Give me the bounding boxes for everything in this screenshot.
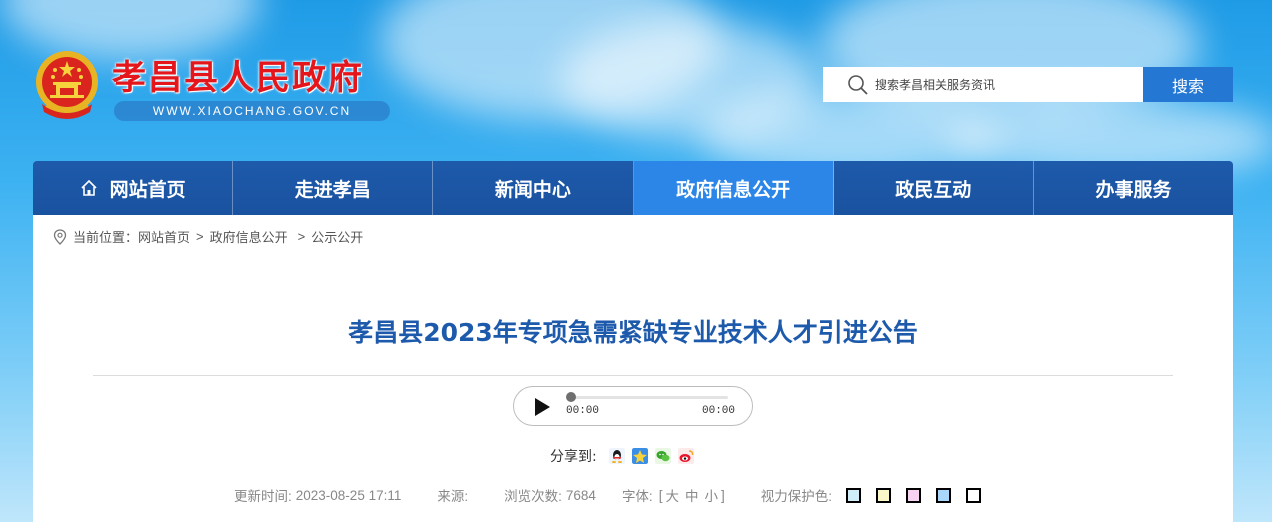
play-icon[interactable]	[533, 397, 551, 417]
breadcrumb: 当前位置： 网站首页 > 政府信息公开 > 公示公开	[53, 227, 363, 246]
audio-current-time: 00:00	[566, 405, 600, 417]
home-icon	[81, 179, 97, 196]
search-box	[823, 67, 1143, 102]
qzone-icon[interactable]	[631, 448, 648, 464]
eye-care-label: 视力保护色:	[760, 489, 832, 504]
font-bracket-open: [	[658, 487, 663, 503]
audio-progress-track[interactable]	[568, 396, 728, 399]
nav-item-label: 网站首页	[109, 178, 186, 201]
audio-progress-handle[interactable]	[566, 392, 576, 402]
nav-item-home[interactable]: 网站首页	[33, 161, 234, 215]
nav-item-about[interactable]: 走进孝昌	[233, 161, 434, 215]
nav-item-label: 政府信息公开	[676, 178, 791, 201]
nav-item-label: 走进孝昌	[294, 178, 371, 201]
national-emblem-icon	[36, 51, 98, 119]
audio-total-time: 00:00	[702, 405, 736, 417]
source-label: 来源:	[437, 489, 469, 504]
breadcrumb-separator: >	[196, 229, 204, 244]
article-title: 孝昌县2023年专项急需紧缺专业技术人才引进公告	[348, 318, 918, 347]
nav-item-news[interactable]: 新闻中心	[433, 161, 634, 215]
share-bar: 分享到:	[550, 446, 701, 466]
nav-item-label: 办事服务	[1095, 178, 1172, 201]
views-label: 浏览次数:	[504, 489, 562, 504]
main-nav: 网站首页 走进孝昌 新闻中心 政府信息公开 政民互动 办事服务	[33, 161, 1233, 215]
font-size-medium[interactable]: 中	[685, 485, 699, 505]
location-pin-icon	[53, 228, 67, 245]
nav-item-label: 新闻中心	[494, 178, 571, 201]
nav-item-interaction[interactable]: 政民互动	[834, 161, 1034, 215]
search-button[interactable]: 搜索	[1143, 67, 1233, 102]
breadcrumb-separator: >	[297, 229, 306, 244]
title-divider	[93, 375, 1173, 376]
eye-care-swatch-yellow[interactable]	[876, 487, 891, 503]
breadcrumb-prefix: 当前位置：	[73, 230, 139, 245]
eye-care-swatch-cyan[interactable]	[846, 487, 861, 503]
eye-care-swatch-blue[interactable]	[936, 487, 951, 503]
font-size-small[interactable]: 小	[704, 485, 718, 505]
font-bracket-close: ]	[720, 487, 725, 503]
font-size-large[interactable]: 大	[665, 485, 679, 505]
share-label: 分享到:	[550, 449, 597, 465]
breadcrumb-link-home[interactable]: 网站首页	[138, 227, 190, 246]
qq-icon[interactable]	[608, 448, 625, 464]
search-input[interactable]	[875, 77, 1135, 92]
site-title[interactable]: 孝昌县人民政府	[112, 50, 364, 99]
weibo-icon[interactable]	[677, 448, 694, 464]
nav-item-label: 政民互动	[895, 178, 972, 201]
update-time-label: 更新时间:	[234, 489, 292, 504]
nav-item-gov-info[interactable]: 政府信息公开	[633, 161, 834, 215]
breadcrumb-link-public-notice[interactable]: 公示公开	[311, 227, 363, 246]
site-url: WWW.XIAOCHANG.GOV.CN	[114, 101, 390, 121]
eye-care-swatch-pink[interactable]	[906, 487, 921, 503]
wechat-icon[interactable]	[654, 448, 671, 464]
font-size-label: 字体:	[621, 489, 653, 504]
content-panel: 当前位置： 网站首页 > 政府信息公开 > 公示公开 孝昌县2023年专项急需紧…	[33, 215, 1233, 522]
audio-player: 00:00 00:00	[513, 386, 753, 426]
article-meta: 更新时间: 2023-08-25 17:11 来源: 浏览次数: 7684 字体…	[234, 485, 981, 505]
nav-item-services[interactable]: 办事服务	[1034, 161, 1233, 215]
update-time-value: 2023-08-25 17:11	[295, 487, 402, 503]
search-icon	[848, 74, 868, 95]
breadcrumb-link-gov-info[interactable]: 政府信息公开	[210, 227, 288, 246]
eye-care-swatch-white[interactable]	[966, 487, 981, 503]
views-value: 7684	[565, 487, 596, 503]
